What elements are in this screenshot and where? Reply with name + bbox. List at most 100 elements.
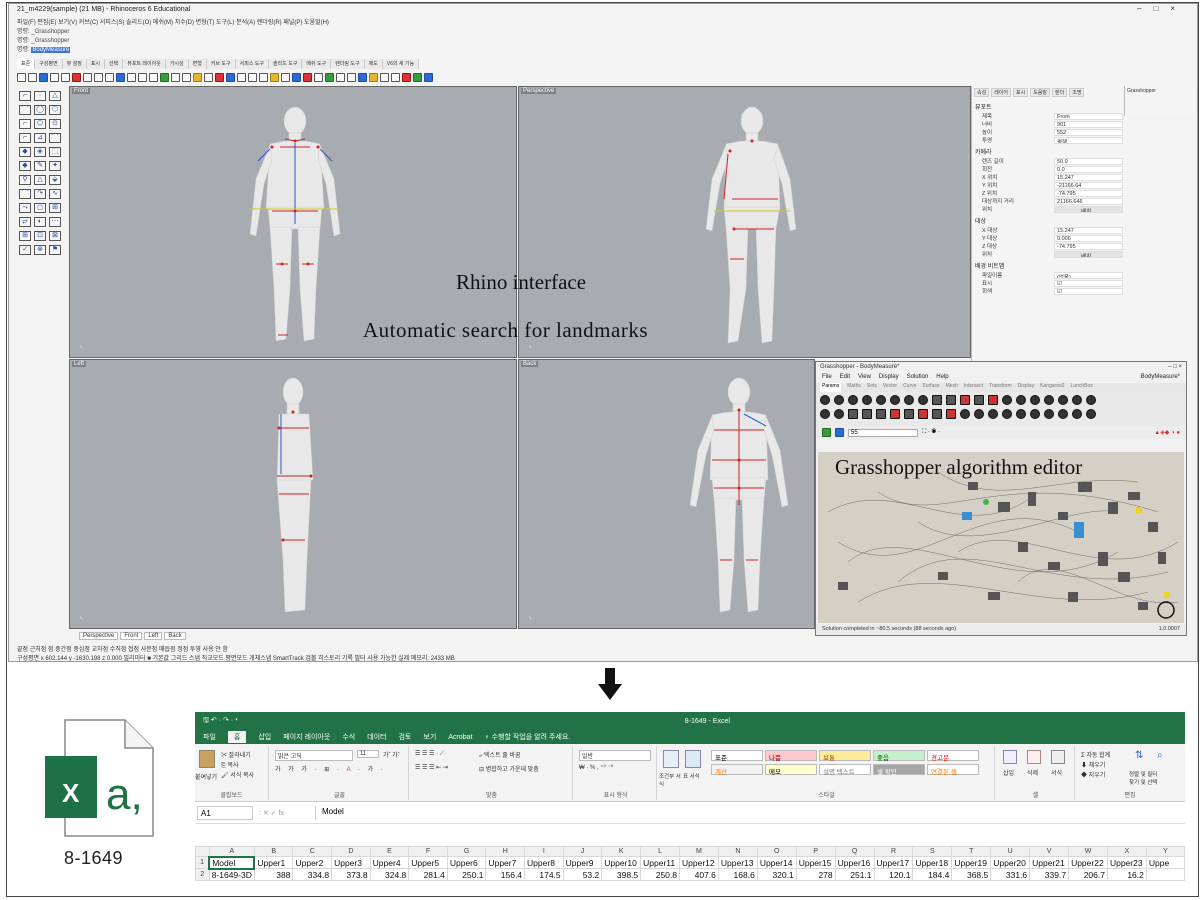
property-value[interactable]: Front: [1054, 112, 1123, 120]
gh-component-icon[interactable]: [1002, 395, 1012, 405]
toolbar-icon[interactable]: [270, 72, 279, 82]
viewport-tab[interactable]: Back: [164, 632, 186, 640]
cell[interactable]: Upper15: [795, 856, 836, 869]
font-size-select[interactable]: 11: [357, 750, 379, 758]
properties-tabs[interactable]: 속성 레이어 표시 도움말 렌더 조명: [972, 86, 1123, 99]
toolbar-icon[interactable]: [61, 72, 70, 82]
gh-component-icon[interactable]: [834, 395, 844, 405]
format-painter-button[interactable]: 🖌 서식 복사: [221, 770, 254, 779]
cell[interactable]: 156.4: [485, 868, 526, 881]
gh-component-icon[interactable]: [890, 409, 900, 419]
properties-tab[interactable]: 표시: [1013, 88, 1029, 97]
cell[interactable]: 368.5: [951, 868, 992, 881]
tool-icon[interactable]: ◆: [19, 147, 31, 157]
ribbon-tab[interactable]: Acrobat: [448, 734, 472, 741]
column-header[interactable]: R: [873, 846, 914, 857]
delete-cells-button[interactable]: 삭제: [1027, 768, 1038, 777]
property-value[interactable]: (없음): [1054, 271, 1123, 279]
gh-component-icon[interactable]: [918, 409, 928, 419]
toolbar-tab[interactable]: 메쉬 도구: [302, 59, 332, 69]
cell[interactable]: Upper6: [446, 856, 487, 869]
format-cells-button[interactable]: 서식: [1051, 768, 1062, 777]
delete-cells-icon[interactable]: [1027, 750, 1041, 764]
toolbar-icon[interactable]: [193, 72, 202, 82]
toolbar-icon[interactable]: [248, 72, 257, 82]
copy-button[interactable]: ⎘ 복사: [221, 760, 239, 770]
ribbon-group-styles[interactable]: 조건부 서식 표 서식 표준 나쁨 보통 좋음 경고문 계산 메모 설명 텍스트 셀 확인 연결된…: [659, 746, 995, 800]
gh-component-icon[interactable]: [1016, 409, 1026, 419]
gh-component-tab[interactable]: Display: [1018, 383, 1034, 392]
format-table-icon[interactable]: [685, 750, 701, 768]
ribbon-group-alignment[interactable]: ☰ ☰ ☰ · ⟋· ⤶ 텍스트 줄 바꿈 ☰ ☰ ☰ ⇤ ⇥ ⊟ 병합하고 가…: [411, 746, 573, 800]
gh-component-icon[interactable]: [1058, 409, 1068, 419]
cell[interactable]: 16.2: [1106, 868, 1147, 881]
open-icon[interactable]: [822, 428, 831, 437]
gh-component-icon[interactable]: [848, 395, 858, 405]
save-icon[interactable]: [835, 428, 844, 437]
column-header[interactable]: D: [331, 846, 371, 857]
format-table-button[interactable]: 표 서식: [683, 772, 707, 780]
gh-component-icon[interactable]: [1044, 395, 1054, 405]
rhino-menubar[interactable]: 파일(F) 편집(E) 보기(V) 커브(C) 서피스(S) 솔리드(O) 메쉬…: [9, 16, 1197, 26]
sort-filter-button[interactable]: 정렬 및 필터: [1129, 770, 1157, 778]
toolbar-icon[interactable]: [358, 72, 367, 82]
toolbar-icon[interactable]: [83, 72, 92, 82]
tool-icon[interactable]: ↷: [34, 189, 46, 199]
command-prompt[interactable]: 명령: BodyMeasure: [17, 44, 71, 53]
cell[interactable]: 407.6: [679, 868, 719, 881]
toolbar-icon[interactable]: [94, 72, 103, 82]
toolbar-tab[interactable]: 구성평면: [35, 59, 63, 69]
cell[interactable]: 120.1: [873, 868, 914, 881]
gh-component-icon[interactable]: [918, 395, 928, 405]
tool-icon[interactable]: ⤳: [19, 203, 31, 213]
cell[interactable]: 250.8: [640, 868, 680, 881]
tool-icon[interactable]: ⥂: [19, 217, 31, 227]
gh-component-icon[interactable]: [988, 395, 998, 405]
tool-icon[interactable]: ◐: [34, 217, 46, 227]
toolbar-icon[interactable]: [28, 72, 37, 82]
property-value[interactable]: 평행: [1054, 136, 1123, 144]
gh-component-icon[interactable]: [1072, 395, 1082, 405]
toolbar-tab[interactable]: 뷰 설정: [62, 59, 87, 69]
ribbon-tab[interactable]: 수식: [342, 732, 355, 742]
gh-component-tab[interactable]: Sets: [867, 383, 877, 392]
ribbon-tab[interactable]: 삽입: [258, 732, 271, 742]
ribbon-tab[interactable]: 보기: [423, 732, 436, 742]
number-format-icons[interactable]: ₩ · % , ⁺⁰ ⁻⁰: [579, 764, 613, 771]
cell[interactable]: Upper9: [562, 856, 603, 869]
gh-component-tabs[interactable]: Params Maths Sets Vector Curve Surface Mesh Int…: [816, 383, 1186, 392]
tool-icon[interactable]: ⊗: [34, 245, 46, 255]
gh-component-icon[interactable]: [862, 395, 872, 405]
column-header[interactable]: Q: [834, 846, 875, 857]
spreadsheet-grid[interactable]: A B C D E F G H I J K L M N O P Q R S T U V W X Y 1 Model Upper1 Upp…: [195, 846, 1185, 881]
tool-icon[interactable]: ⊿: [34, 133, 46, 143]
gh-component-icon[interactable]: [932, 409, 942, 419]
tool-icon[interactable]: ⚲: [19, 175, 31, 185]
toolbar-icon[interactable]: [127, 72, 136, 82]
tool-icon[interactable]: ⬙: [49, 175, 61, 185]
number-format-select[interactable]: 일반: [579, 750, 651, 761]
column-header[interactable]: V: [1029, 846, 1070, 857]
tool-icon[interactable]: ⚑: [49, 245, 61, 255]
cell-style-9[interactable]: 연결된 셀: [927, 764, 979, 776]
tool-icon[interactable]: ✎: [34, 161, 46, 171]
tool-icon[interactable]: ⬚: [49, 147, 61, 157]
viewport-label-front[interactable]: Front: [72, 88, 91, 94]
cell[interactable]: 174.5: [524, 868, 564, 881]
ribbon-tab[interactable]: 검토: [398, 732, 411, 742]
property-value[interactable]: 배치...: [1054, 250, 1123, 258]
column-header[interactable]: K: [601, 846, 642, 857]
excel-window[interactable]: 🖫 ↶ · ↷ · ▾ 8-1649 - Excel 파일 홈 삽입 페이지 레이아웃…: [195, 712, 1185, 890]
properties-tab[interactable]: 속성: [974, 88, 990, 97]
cell[interactable]: Upper8: [524, 856, 564, 869]
toolbar-tabs[interactable]: 표준 구성평면 뷰 설정 표시 선택 뷰포트 레이아웃 가시성 변형 커브 도구 서피스 도구 솔리…: [17, 59, 997, 69]
row-header[interactable]: 2: [195, 868, 210, 881]
ribbon-tab[interactable]: ♀ 수행할 작업을 알려 주세요.: [484, 732, 570, 742]
rhino-statusbar[interactable]: 구성평면 x 602.144 y -1630.198 z 0.000 밀리미터 …: [17, 653, 455, 661]
merge-center-button[interactable]: ⊟ 병합하고 가운데 맞춤: [479, 764, 539, 773]
cell[interactable]: Upper12: [679, 856, 719, 869]
cell[interactable]: Upper11: [640, 856, 680, 869]
toolbar-icon[interactable]: [413, 72, 422, 82]
column-header[interactable]: P: [795, 846, 836, 857]
cell[interactable]: 206.7: [1068, 868, 1108, 881]
